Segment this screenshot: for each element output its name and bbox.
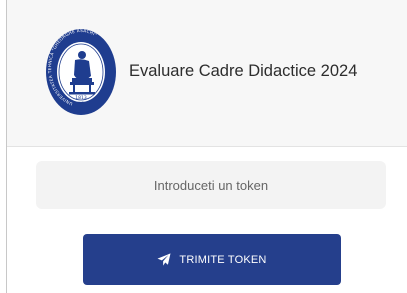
paper-plane-icon <box>157 253 171 266</box>
app-frame: UNIVERSITATEA TEHNICĂ "GHEORGHE ASACHI" … <box>6 0 407 293</box>
svg-text:IAȘI: IAȘI <box>78 101 85 105</box>
submit-button-label: TRIMITE TOKEN <box>179 253 267 266</box>
token-input[interactable] <box>36 161 386 209</box>
header: UNIVERSITATEA TEHNICĂ "GHEORGHE ASACHI" … <box>7 0 407 147</box>
submit-token-button[interactable]: TRIMITE TOKEN <box>83 234 341 285</box>
university-seal-icon: UNIVERSITATEA TEHNICĂ "GHEORGHE ASACHI" … <box>46 28 116 115</box>
page-title: Evaluare Cadre Didactice 2024 <box>129 62 358 80</box>
